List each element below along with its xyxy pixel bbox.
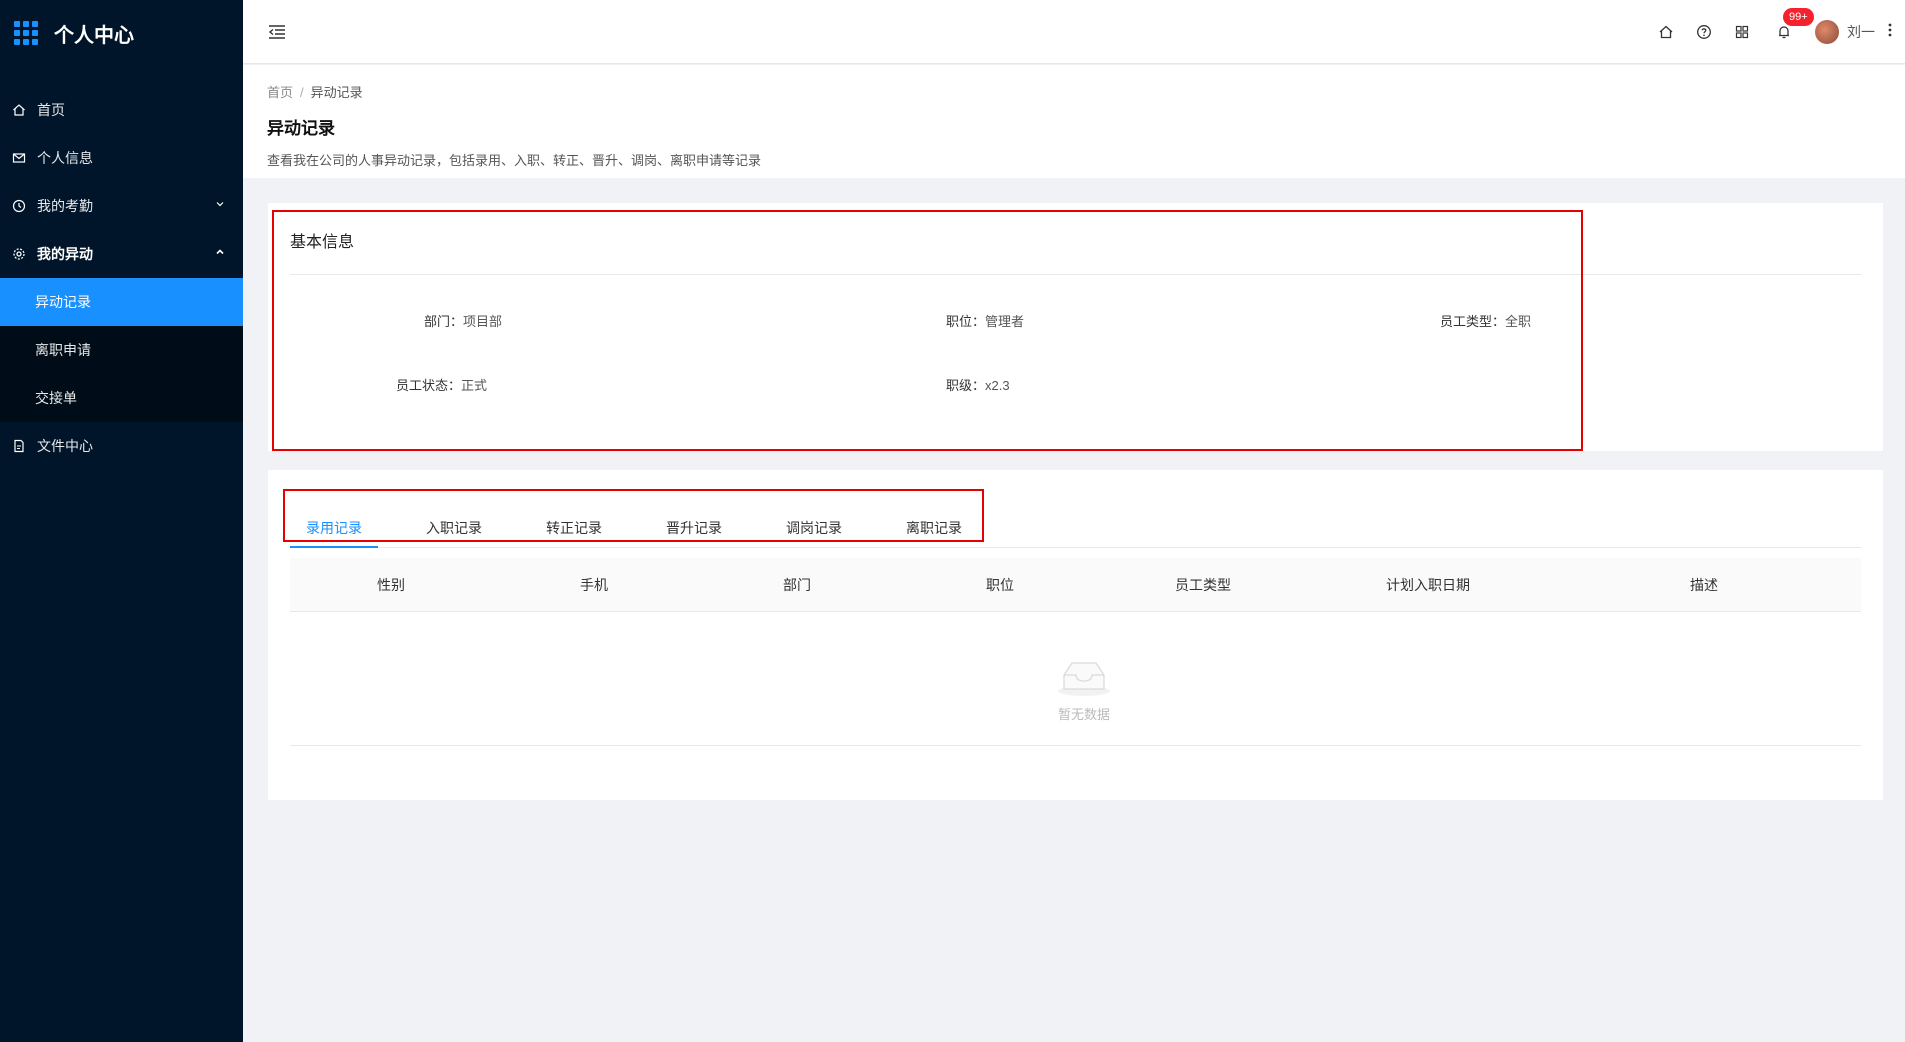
breadcrumb-separator: / bbox=[300, 85, 304, 100]
column-header: 职位 bbox=[986, 577, 1014, 593]
sidebar-menu: 首页 个人信息 我的考勤 我的异动 异动记录 离职申请 交接单 文件中心 bbox=[0, 86, 243, 470]
column-header: 员工类型 bbox=[1175, 577, 1231, 593]
breadcrumb-current: 异动记录 bbox=[310, 85, 363, 100]
sidebar-item-label: 异动记录 bbox=[35, 294, 91, 310]
empty-inbox-icon bbox=[1056, 657, 1112, 697]
settings-icon bbox=[12, 247, 26, 261]
sidebar-item-resignation[interactable]: 离职申请 bbox=[0, 326, 243, 374]
home-icon bbox=[12, 103, 26, 117]
file-icon bbox=[12, 439, 26, 453]
column-header: 性别 bbox=[377, 577, 405, 593]
sidebar-item-handover[interactable]: 交接单 bbox=[0, 374, 243, 422]
notification-bell-icon[interactable]: 99+ bbox=[1765, 0, 1814, 64]
apps-grid-icon bbox=[14, 21, 38, 45]
sidebar-item-label: 首页 bbox=[37, 102, 65, 118]
sidebar-item-label: 文件中心 bbox=[37, 438, 93, 454]
more-vertical-icon[interactable] bbox=[1875, 22, 1905, 43]
app-title: 个人中心 bbox=[54, 24, 134, 47]
mail-icon bbox=[12, 151, 26, 165]
avatar bbox=[1815, 20, 1839, 44]
sidebar-item-label: 个人信息 bbox=[37, 150, 93, 166]
apps-icon[interactable] bbox=[1723, 0, 1761, 64]
logo[interactable]: 个人中心 bbox=[0, 0, 243, 66]
table-empty-state: 暂无数据 bbox=[290, 612, 1861, 746]
table-header: 性别 手机 部门 职位 员工类型 计划入职日期 描述 bbox=[290, 558, 1861, 612]
active-tab-indicator bbox=[290, 546, 378, 548]
empty-text: 暂无数据 bbox=[1057, 707, 1110, 722]
breadcrumb-home[interactable]: 首页 bbox=[267, 85, 293, 100]
home-icon[interactable] bbox=[1647, 0, 1685, 64]
column-header: 手机 bbox=[580, 577, 608, 593]
user-name: 刘一 bbox=[1847, 24, 1875, 40]
sidebar-item-changes[interactable]: 我的异动 bbox=[0, 230, 243, 278]
sidebar: 个人中心 首页 个人信息 我的考勤 我的异动 异动记录 离职申请 交接单 文件中… bbox=[0, 0, 243, 1042]
chevron-up-icon bbox=[215, 247, 225, 260]
sidebar-submenu: 异动记录 离职申请 交接单 bbox=[0, 278, 243, 422]
column-header: 描述 bbox=[1690, 577, 1718, 593]
sidebar-item-change-records[interactable]: 异动记录 bbox=[0, 278, 243, 326]
highlight-box-tabs bbox=[283, 489, 984, 542]
user-menu[interactable]: 刘一 bbox=[1815, 20, 1875, 44]
sidebar-item-label: 我的异动 bbox=[37, 246, 93, 262]
column-header: 计划入职日期 bbox=[1386, 577, 1470, 593]
page-header: 首页 / 异动记录 异动记录 查看我在公司的人事异动记录，包括录用、入职、转正、晋升… bbox=[243, 65, 1905, 178]
clock-icon bbox=[12, 199, 26, 213]
sidebar-item-label: 我的考勤 bbox=[37, 198, 93, 214]
notification-badge: 99+ bbox=[1783, 8, 1814, 26]
page-description: 查看我在公司的人事异动记录，包括录用、入职、转正、晋升、调岗、离职申请等记录 bbox=[267, 153, 762, 168]
sidebar-item-attendance[interactable]: 我的考勤 bbox=[0, 182, 243, 230]
breadcrumb: 首页 / 异动记录 bbox=[267, 82, 1881, 101]
header-actions: 99+ 刘一 bbox=[1647, 0, 1905, 64]
top-header: 99+ 刘一 bbox=[243, 0, 1905, 64]
sidebar-item-label: 交接单 bbox=[35, 390, 77, 406]
sidebar-item-files[interactable]: 文件中心 bbox=[0, 422, 243, 470]
sidebar-item-label: 离职申请 bbox=[35, 342, 91, 358]
help-icon[interactable] bbox=[1685, 0, 1723, 64]
sidebar-item-profile[interactable]: 个人信息 bbox=[0, 134, 243, 182]
sidebar-item-home[interactable]: 首页 bbox=[0, 86, 243, 134]
column-header: 部门 bbox=[783, 577, 811, 593]
chevron-down-icon bbox=[215, 199, 225, 212]
highlight-box-basic-info bbox=[272, 210, 1583, 451]
menu-fold-icon[interactable] bbox=[267, 22, 287, 42]
page-title: 异动记录 bbox=[267, 119, 335, 138]
